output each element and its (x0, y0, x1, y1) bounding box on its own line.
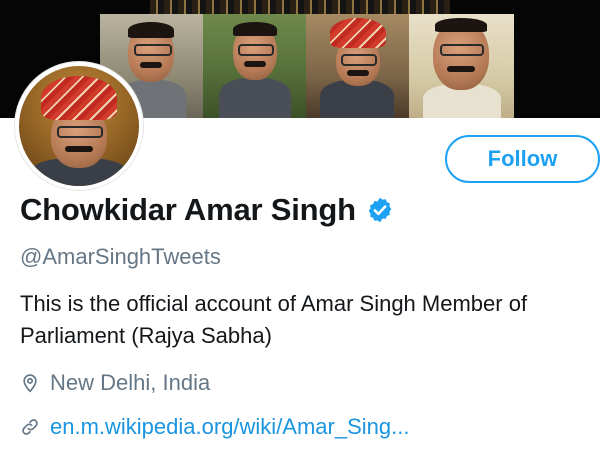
profile-page: Follow Chowkidar Amar Singh @AmarSinghTw… (0, 0, 600, 450)
profile-avatar[interactable] (15, 62, 143, 190)
banner-lights (150, 0, 450, 14)
banner-photo-3 (306, 14, 409, 118)
profile-bio: This is the official account of Amar Sin… (20, 291, 528, 348)
banner-photo-4 (409, 14, 514, 118)
website-row: en.m.wikipedia.org/wiki/Amar_Sing... (20, 414, 409, 440)
display-name: Chowkidar Amar Singh (20, 192, 356, 227)
banner-photo-2 (203, 14, 306, 118)
avatar-photo (19, 66, 139, 186)
website-link[interactable]: en.m.wikipedia.org/wiki/Amar_Sing... (50, 414, 409, 440)
verified-badge-icon (368, 197, 392, 223)
follow-button[interactable]: Follow (445, 135, 600, 183)
location-row: New Delhi, India (20, 370, 210, 396)
user-handle: @AmarSinghTweets (20, 244, 221, 269)
location-text: New Delhi, India (50, 370, 211, 395)
location-pin-icon (23, 374, 37, 393)
link-icon (22, 419, 38, 435)
name-row: Chowkidar Amar Singh (20, 192, 394, 228)
